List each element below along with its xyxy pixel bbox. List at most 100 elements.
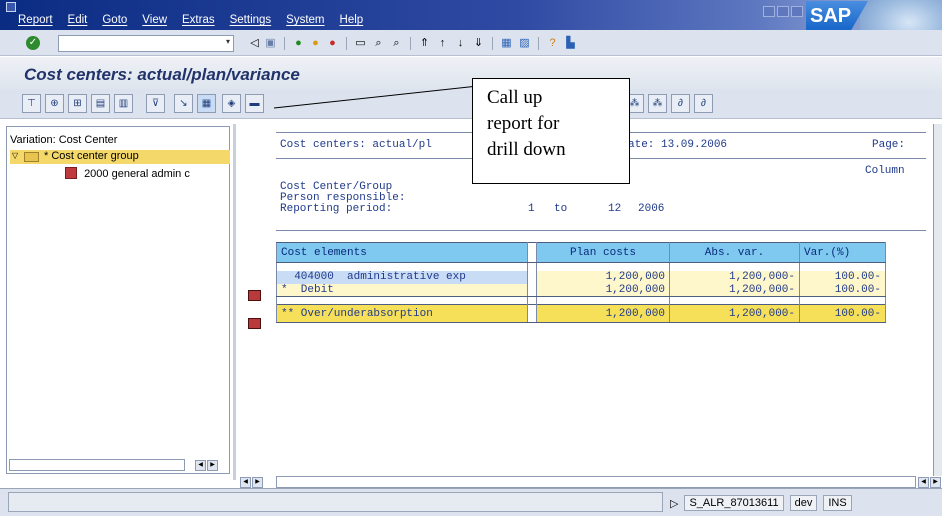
find-icon[interactable]: ⌕	[372, 37, 385, 50]
subtotal-icon[interactable]: ⁂	[648, 94, 667, 113]
drill-down-icon[interactable]: ↘	[174, 94, 193, 113]
select-layout-icon[interactable]: ▤	[91, 94, 110, 113]
tree-node-label: * Cost center group	[44, 150, 139, 162]
period-to: 12	[608, 203, 622, 215]
report-horizontal-scrollbar[interactable]	[276, 476, 916, 488]
expand-triangle-icon[interactable]: ▽	[12, 151, 18, 160]
toolbar-separator	[492, 37, 493, 50]
save-icon[interactable]: ▣	[264, 37, 277, 50]
menu-settings[interactable]: Settings	[230, 14, 272, 26]
next-page-icon[interactable]: ↓	[454, 37, 467, 50]
report-date: ate: 13.09.2006	[628, 139, 728, 151]
cell-abs-var: 1,200,000-	[669, 304, 800, 323]
close-icon[interactable]	[791, 6, 803, 17]
menu-report[interactable]: Report	[18, 14, 53, 26]
table-header-row: Cost elements Plan costs Abs. var. Var.(…	[276, 242, 886, 263]
navigation-tree: Variation: Cost Center ▽ * Cost center g…	[6, 126, 230, 474]
cell-plan-costs: 1,200,000	[536, 270, 670, 284]
column-header-var-pct[interactable]: Var.(%)	[799, 242, 886, 263]
toolbar-button-icon[interactable]: ▬	[245, 94, 264, 113]
period-from: 1	[528, 203, 535, 215]
scroll-left-icon[interactable]: ◀	[918, 477, 929, 488]
print-icon[interactable]: ▭	[354, 37, 367, 50]
toolbar-separator	[538, 37, 539, 50]
cell-cost-element: * Debit	[276, 283, 528, 297]
drill-down-row-icon[interactable]	[248, 290, 261, 301]
tree-node-general-admin[interactable]: 2000 general admin c	[65, 167, 190, 180]
minimize-icon[interactable]	[763, 6, 775, 17]
column-header-plan-costs[interactable]: Plan costs	[536, 242, 670, 263]
menu-goto[interactable]: Goto	[102, 14, 127, 26]
callout-line: report for	[487, 113, 560, 134]
status-toggle-icon[interactable]: ▷	[670, 497, 678, 510]
menu-extras[interactable]: Extras	[182, 14, 215, 26]
exit-icon[interactable]: ●	[309, 37, 322, 50]
table-row-total[interactable]: ** Over/underabsorption 1,200,000 1,200,…	[276, 304, 886, 323]
command-history-icon[interactable]: ▾	[226, 37, 234, 49]
scroll-left-icon[interactable]: ◀	[195, 460, 206, 471]
shortcut-icon[interactable]: ▨	[518, 37, 531, 50]
column-icon[interactable]: ∂	[671, 94, 690, 113]
cancel-icon[interactable]: ●	[326, 37, 339, 50]
scroll-left-icon[interactable]: ◀	[240, 477, 251, 488]
row-icon[interactable]: ∂	[694, 94, 713, 113]
previous-page-icon[interactable]: ↑	[436, 37, 449, 50]
cell-spacer	[527, 304, 537, 323]
table-row[interactable]: * Debit 1,200,000 1,200,000- 100.00-	[276, 283, 886, 297]
column-header-abs-var[interactable]: Abs. var.	[669, 242, 800, 263]
cell-abs-var: 1,200,000-	[669, 270, 800, 284]
toolbar-button-icon[interactable]: ◈	[222, 94, 241, 113]
menu-edit[interactable]: Edit	[68, 14, 88, 26]
column-spacer	[527, 242, 537, 263]
period-year: 2006	[638, 203, 665, 215]
panel-splitter[interactable]	[233, 124, 236, 480]
new-session-icon[interactable]: ▦	[500, 37, 513, 50]
last-page-icon[interactable]: ⇓	[472, 37, 485, 50]
cell-plan-costs: 1,200,000	[536, 304, 670, 323]
menu-system[interactable]: System	[286, 14, 324, 26]
menu-view[interactable]: View	[142, 14, 167, 26]
structure-icon[interactable]: ⊞	[68, 94, 87, 113]
back-arrow-icon[interactable]: ◁	[248, 37, 261, 50]
cell-var-pct: 100.00-	[799, 304, 886, 323]
status-program: S_ALR_87013611	[684, 495, 784, 511]
hierarchy-icon[interactable]: ⊤	[22, 94, 41, 113]
window-controls	[763, 6, 803, 17]
toolbar-separator	[410, 37, 411, 50]
system-menu-icon[interactable]	[6, 2, 16, 12]
table-row[interactable]: 404000 administrative exp 1,200,000 1,20…	[276, 270, 886, 284]
expand-icon[interactable]: ⊕	[45, 94, 64, 113]
column-header-cost-elements[interactable]: Cost elements	[276, 242, 528, 263]
table-spacer-row	[276, 296, 886, 305]
status-system: dev	[789, 495, 818, 511]
cell-var-pct: 100.00-	[799, 270, 886, 284]
scroll-right-icon[interactable]: ▶	[207, 460, 218, 471]
first-page-icon[interactable]: ⇑	[418, 37, 431, 50]
filter-icon[interactable]: ⊽	[146, 94, 165, 113]
report-page-label: Page:	[872, 139, 906, 151]
layout-menu-icon[interactable]: ▙	[564, 37, 577, 50]
scroll-right-icon[interactable]: ▶	[252, 477, 263, 488]
toolbar-separator	[346, 37, 347, 50]
scroll-right-icon[interactable]: ▶	[930, 477, 941, 488]
command-field[interactable]	[58, 35, 234, 52]
find-next-icon[interactable]: ⌕	[390, 37, 403, 50]
table-spacer-row	[276, 262, 886, 271]
enter-icon[interactable]: ✓	[26, 36, 40, 50]
tree-horizontal-scrollbar[interactable]	[9, 459, 185, 471]
call-up-report-icon[interactable]: ▦	[197, 94, 216, 113]
menu-help[interactable]: Help	[340, 14, 364, 26]
tree-node-cost-center-group[interactable]: ▽ * Cost center group	[10, 150, 230, 164]
vertical-scrollbar[interactable]	[933, 124, 942, 476]
cost-center-icon	[65, 167, 77, 179]
callout-line: drill down	[487, 139, 566, 160]
tree-title: Variation: Cost Center	[10, 134, 118, 146]
cell-cost-element: 404000 administrative exp	[276, 270, 528, 284]
report-header-title: Cost centers: actual/pl	[280, 139, 432, 151]
help-icon[interactable]: ?	[546, 37, 559, 50]
info-icon[interactable]: ▥	[114, 94, 133, 113]
maximize-icon[interactable]	[777, 6, 789, 17]
callout-line: Call up	[487, 87, 543, 108]
drill-down-row-icon[interactable]	[248, 318, 261, 329]
back-icon[interactable]: ●	[292, 37, 305, 50]
